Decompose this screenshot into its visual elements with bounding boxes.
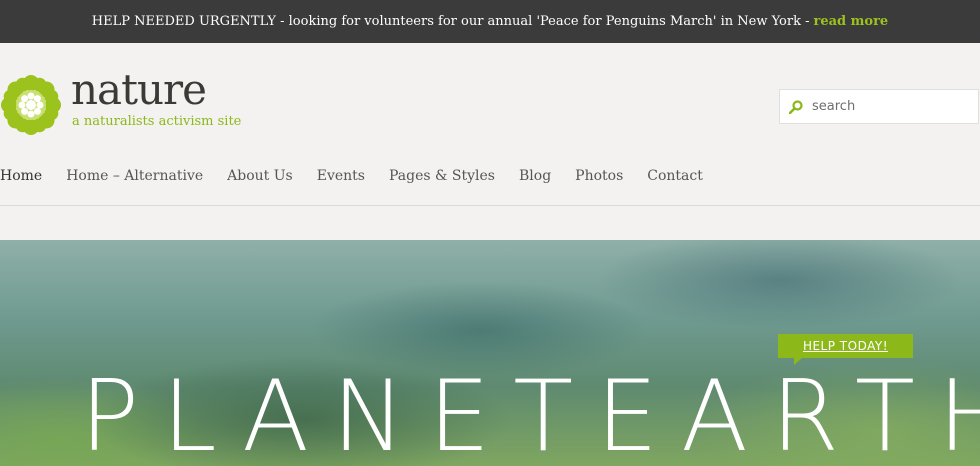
- read-more-link[interactable]: read more: [814, 14, 889, 29]
- search-icon[interactable]: [789, 99, 803, 114]
- announcement-bar: HELP NEEDED URGENTLY - looking for volun…: [0, 0, 980, 43]
- logo-tagline: a naturalists activism site: [72, 114, 242, 129]
- announcement-text: HELP NEEDED URGENTLY - looking for volun…: [91, 14, 810, 29]
- hero-banner: HELP TODAY! PLANETEARTH: [0, 240, 980, 466]
- flower-logo-icon[interactable]: [0, 74, 62, 136]
- nav-item-contact[interactable]: Contact: [647, 165, 703, 187]
- header-divider: [0, 205, 980, 206]
- nav-item-events[interactable]: Events: [317, 165, 365, 187]
- site-header: nature a naturalists activism site Home …: [0, 43, 980, 206]
- nav-item-blog[interactable]: Blog: [519, 165, 551, 187]
- help-today-button[interactable]: HELP TODAY!: [778, 334, 913, 365]
- search-input[interactable]: [812, 99, 962, 114]
- search-box[interactable]: [779, 89, 979, 124]
- nav-item-home-alternative[interactable]: Home – Alternative: [66, 165, 203, 187]
- nav-item-pages-styles[interactable]: Pages & Styles: [389, 165, 495, 187]
- nav-item-home[interactable]: Home: [0, 165, 42, 187]
- hero-title: PLANETEARTH: [80, 360, 980, 466]
- nav-item-photos[interactable]: Photos: [575, 165, 623, 187]
- logo-title[interactable]: nature: [71, 69, 207, 111]
- nav-item-about-us[interactable]: About Us: [227, 165, 293, 187]
- main-nav: Home Home – Alternative About Us Events …: [0, 165, 727, 187]
